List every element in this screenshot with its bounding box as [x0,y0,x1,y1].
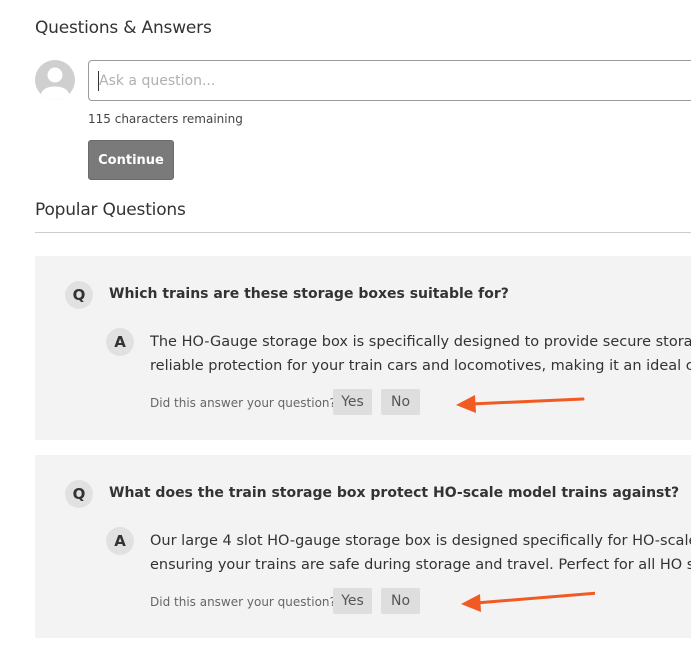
no-button[interactable]: No [381,588,420,614]
arrow-left-icon [456,395,585,413]
arrow-left-icon [461,591,595,612]
qa-section-title: Questions & Answers [35,18,212,38]
answer-line: ensuring your trains are safe during sto… [150,557,691,573]
popular-questions-title: Popular Questions [35,200,186,220]
user-avatar-icon [35,60,75,100]
helpful-prompt: Did this answer your question? [150,396,336,410]
question-text: Which trains are these storage boxes sui… [109,286,509,302]
answer-line: reliable protection for your train cars … [150,358,691,374]
question-card: Q Which trains are these storage boxes s… [35,256,691,440]
section-divider [35,232,691,233]
question-badge: Q [65,480,93,508]
answer-text: Our large 4 slot HO-gauge storage box is… [150,529,691,577]
answer-line: Our large 4 slot HO-gauge storage box is… [150,533,691,549]
answer-badge: A [106,527,134,555]
text-cursor [98,71,99,91]
no-button[interactable]: No [381,389,420,415]
yes-button[interactable]: Yes [333,588,372,614]
ask-question-input[interactable] [88,60,691,101]
answer-text: The HO-Gauge storage box is specifically… [150,330,691,378]
answer-badge: A [106,328,134,356]
question-badge: Q [65,281,93,309]
helpful-prompt: Did this answer your question? [150,595,336,609]
characters-remaining-counter: 115 characters remaining [88,112,243,126]
answer-line: The HO-Gauge storage box is specifically… [150,334,691,350]
question-text: What does the train storage box protect … [109,485,680,501]
question-card: Q What does the train storage box protec… [35,455,691,638]
yes-button[interactable]: Yes [333,389,372,415]
continue-button[interactable]: Continue [88,140,174,180]
